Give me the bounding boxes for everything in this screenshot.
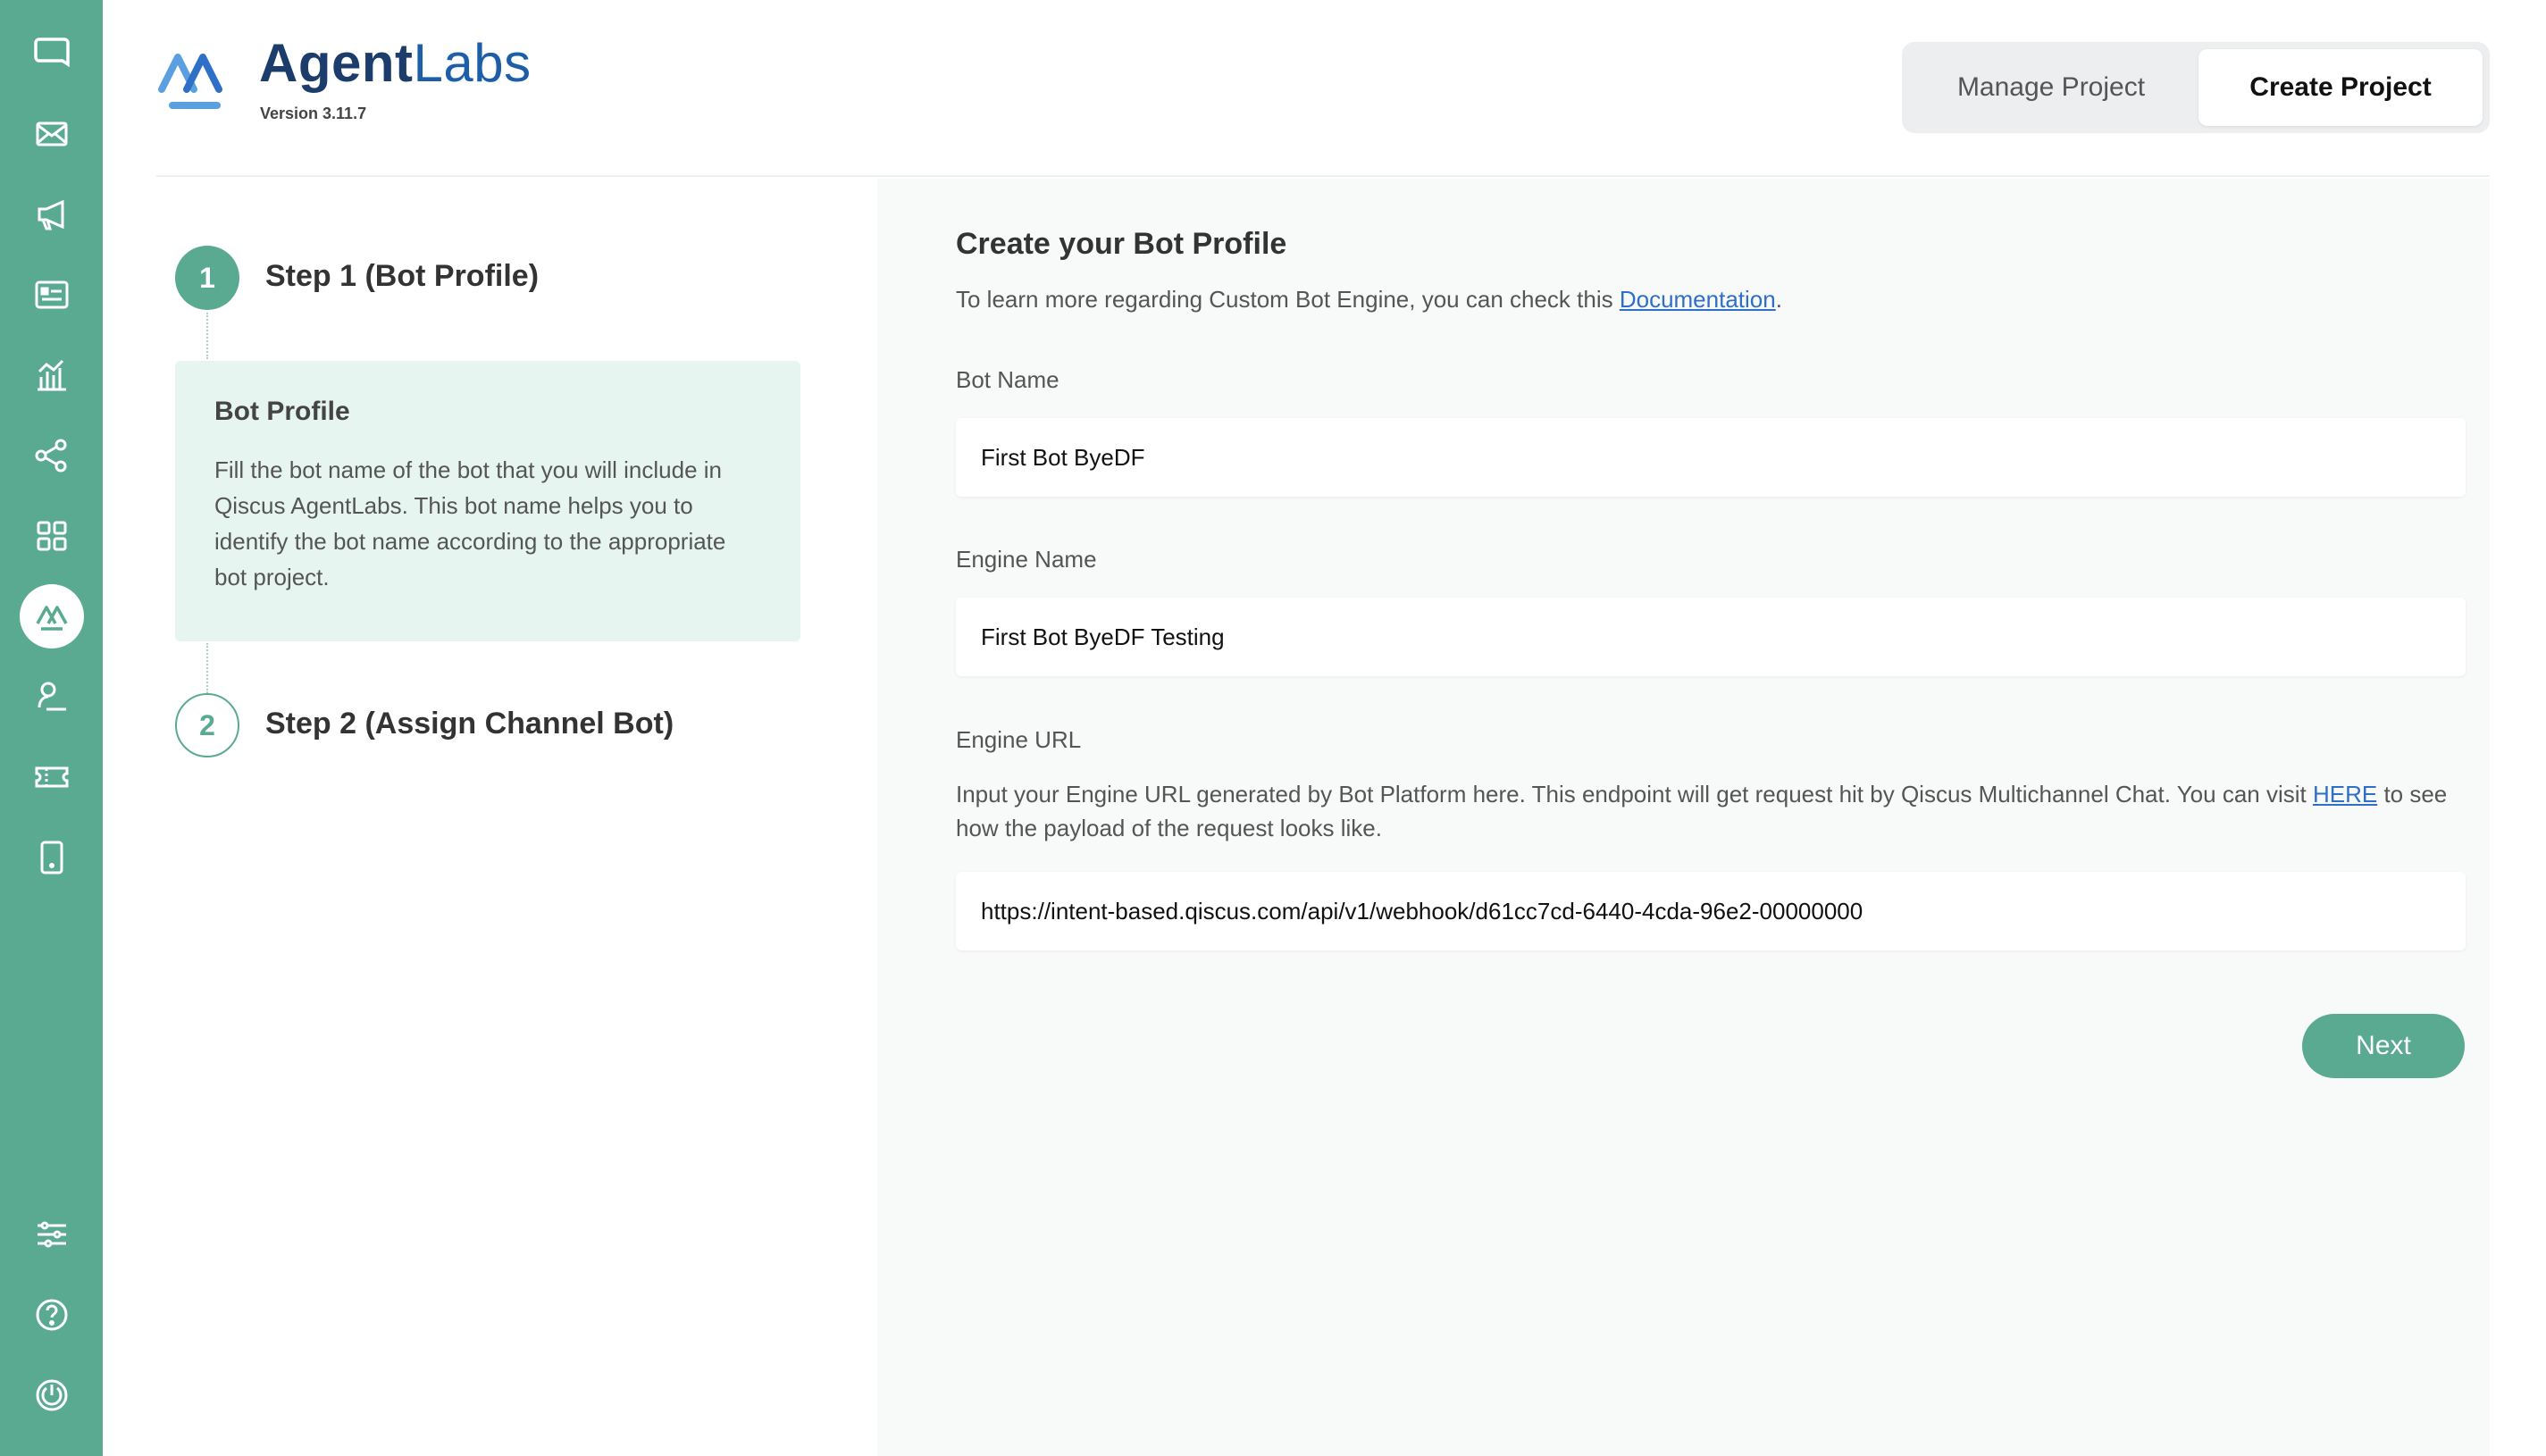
sidebar (0, 0, 103, 1456)
project-tabs: Manage Project Create Project (1902, 42, 2490, 133)
settings-sliders-icon[interactable] (20, 1202, 84, 1267)
mobile-icon[interactable] (20, 825, 84, 890)
agentlabs-icon[interactable] (20, 584, 84, 649)
chat-bubble-icon[interactable] (20, 21, 84, 86)
bot-name-label: Bot Name (956, 366, 1059, 393)
engine-url-label: Engine URL (956, 726, 1082, 753)
header: AgentLabs Version 3.11.7 Manage Project … (156, 0, 2490, 177)
form-title: Create your Bot Profile (956, 227, 1287, 261)
step-2-title: Step 2 (Assign Channel Bot) (265, 707, 674, 741)
engine-url-input[interactable] (956, 872, 2466, 950)
next-button[interactable]: Next (2302, 1014, 2465, 1078)
bot-name-input[interactable] (956, 418, 2466, 497)
contact-card-icon[interactable] (20, 263, 84, 327)
bot-profile-info-card: Bot Profile Fill the bot name of the bot… (175, 361, 800, 641)
agent-profile-icon[interactable] (20, 665, 84, 729)
share-nodes-icon[interactable] (20, 423, 84, 488)
app-version: Version 3.11.7 (260, 105, 367, 122)
info-card-title: Bot Profile (214, 397, 350, 426)
analytics-icon[interactable] (20, 343, 84, 407)
steps-panel: 1 Step 1 (Bot Profile) Bot Profile Fill … (156, 179, 875, 1456)
megaphone-icon[interactable] (20, 182, 84, 247)
tab-manage-project[interactable]: Manage Project (1909, 49, 2193, 126)
step-connector (206, 643, 208, 693)
documentation-link[interactable]: Documentation (1620, 286, 1776, 313)
payload-here-link[interactable]: HERE (2313, 781, 2377, 807)
form-subtitle: To learn more regarding Custom Bot Engin… (956, 286, 1782, 314)
agentlabs-logo (158, 54, 222, 109)
form-subtitle-suffix: . (1775, 286, 1782, 313)
power-icon[interactable] (20, 1363, 84, 1427)
step-1-number: 1 (175, 246, 239, 310)
bot-profile-form: Create your Bot Profile To learn more re… (877, 179, 2490, 1456)
engine-name-input[interactable] (956, 598, 2466, 676)
tab-create-project[interactable]: Create Project (2198, 49, 2483, 126)
ticket-icon[interactable] (20, 745, 84, 809)
engine-url-desc-text: Input your Engine URL generated by Bot P… (956, 781, 2313, 807)
step-2-number: 2 (175, 693, 239, 757)
mail-icon[interactable] (20, 102, 84, 166)
step-connector (206, 313, 208, 359)
apps-grid-icon[interactable] (20, 504, 84, 568)
engine-url-description: Input your Engine URL generated by Bot P… (956, 777, 2466, 845)
brand-name: AgentLabs (259, 33, 532, 93)
info-card-body: Fill the bot name of the bot that you wi… (214, 456, 726, 590)
form-subtitle-text: To learn more regarding Custom Bot Engin… (956, 286, 1620, 313)
step-1-title: Step 1 (Bot Profile) (265, 259, 540, 293)
engine-name-label: Engine Name (956, 546, 1097, 573)
help-icon[interactable] (20, 1283, 84, 1347)
